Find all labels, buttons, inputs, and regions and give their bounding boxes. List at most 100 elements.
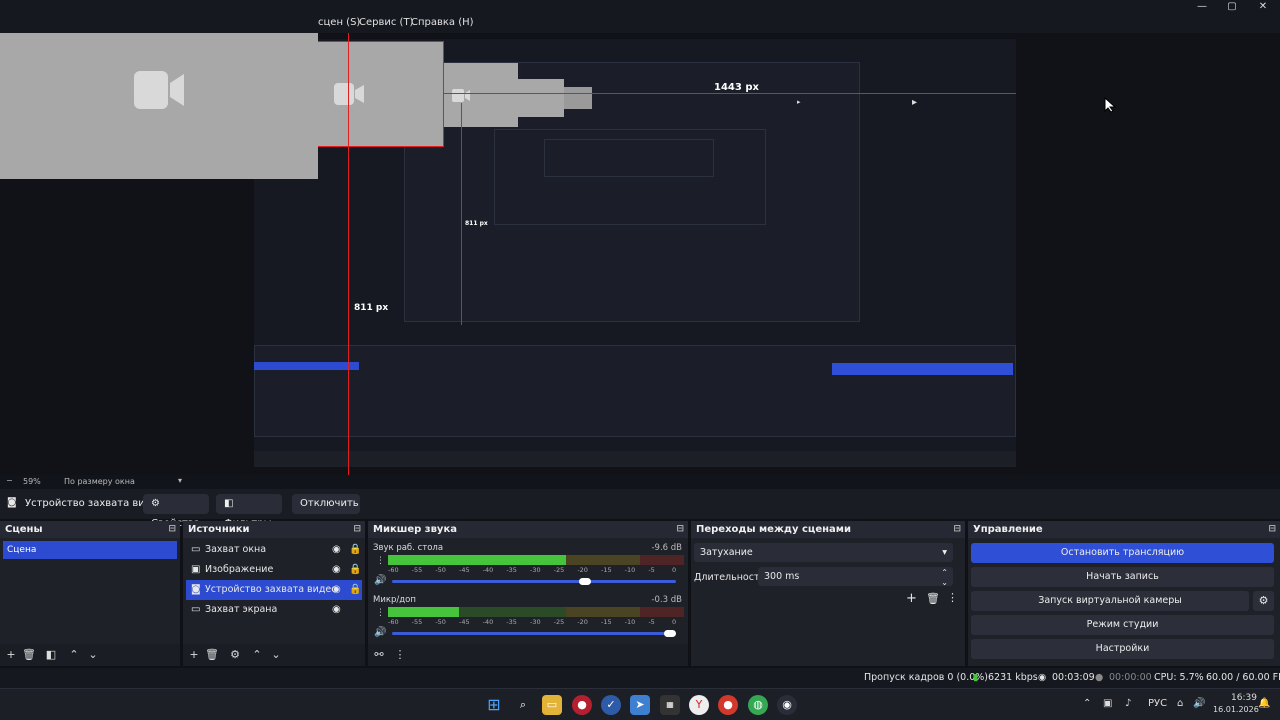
eye-icon[interactable]: ◉ (332, 540, 341, 560)
scene-item[interactable]: Сцена (3, 541, 177, 559)
folder-icon[interactable]: ▭ (542, 695, 562, 715)
move-down-icon[interactable]: ⌄ (269, 648, 283, 661)
menu-dots-icon[interactable]: ⋮ (376, 556, 385, 566)
link-icon[interactable]: ⚯ (372, 648, 386, 661)
menu-tools[interactable]: Сервис (T) (359, 17, 413, 28)
channel-db: -9.6 dB (651, 543, 682, 553)
menu-dots-icon[interactable]: ⋮ (376, 608, 385, 618)
duration-label: Длительность (694, 572, 766, 583)
move-up-icon[interactable]: ⌃ (250, 648, 264, 661)
add-icon[interactable]: + (906, 591, 917, 606)
chevron-up-icon[interactable]: ⌃ (1083, 698, 1091, 709)
source-item-window-capture[interactable]: ▭ Захват окна ◉ 🔒 (186, 540, 362, 560)
network-icon[interactable]: ⌂ (1177, 698, 1183, 709)
gear-icon[interactable]: ⚙ (228, 648, 242, 661)
start-record-button[interactable]: Начать запись (971, 567, 1274, 587)
clock-time[interactable]: 16:39 (1231, 693, 1257, 703)
search-icon[interactable]: ⌕ (513, 695, 533, 715)
float-icon[interactable]: ⊟ (168, 521, 176, 538)
app-icon-orange[interactable]: ● (718, 695, 738, 715)
menu-help[interactable]: Справка (H) (411, 17, 474, 28)
source-item-screen-capture[interactable]: ▭ Захват экрана ◉ (186, 600, 362, 620)
duration-input[interactable]: 300 ms ⌃ ⌄ (758, 567, 953, 587)
source-label: Захват окна (205, 544, 267, 555)
virtual-camera-button[interactable]: Запуск виртуальной камеры (971, 591, 1249, 611)
zoom-out-button[interactable]: − (6, 476, 13, 485)
clock-date[interactable]: 16.01.2026 (1213, 705, 1259, 714)
chevron-down-icon[interactable]: ▾ (178, 476, 182, 485)
gear-icon[interactable]: ⚙ (1253, 591, 1274, 611)
source-item-image[interactable]: ▣ Изображение ◉ 🔒 (186, 560, 362, 580)
eye-icon[interactable]: ◉ (332, 600, 341, 620)
studio-mode-button[interactable]: Режим студии (971, 615, 1274, 635)
volume-knob[interactable] (664, 630, 676, 637)
eye-icon[interactable]: ◉ (332, 560, 341, 580)
camera-capture-medium (318, 41, 444, 147)
guide-line-right (443, 41, 444, 147)
scale-tick: -45 (459, 566, 470, 574)
chevron-down-icon[interactable]: ⌄ (941, 573, 948, 592)
volume-knob[interactable] (578, 578, 591, 585)
trash-icon[interactable]: 🗑 (22, 648, 36, 661)
close-button[interactable]: ✕ (1248, 0, 1278, 15)
app-icon-active[interactable]: ➤ (630, 695, 650, 715)
move-up-icon[interactable]: ⌃ (67, 648, 81, 661)
yandex-icon[interactable]: Y (689, 695, 709, 715)
measure-label-width: 1443 px (714, 82, 759, 93)
windows-start-icon[interactable]: ⊞ (484, 695, 504, 715)
lock-icon[interactable]: 🔒 (349, 540, 361, 560)
bitrate: 6231 kbps (988, 672, 1038, 683)
menu-scenes[interactable]: сцен (S) (318, 17, 360, 28)
properties-button[interactable]: ⚙ Свойства (143, 494, 209, 529)
filter-icon[interactable]: ◧ (44, 648, 58, 661)
camera-icon: ◙ (7, 497, 17, 508)
trash-icon[interactable]: 🗑 (926, 592, 940, 605)
obs-icon[interactable]: ◉ (777, 695, 797, 715)
float-icon[interactable]: ⊟ (953, 521, 961, 538)
language-indicator[interactable]: РУС (1148, 698, 1167, 709)
mic-icon[interactable]: ♪ (1125, 698, 1131, 709)
add-icon[interactable]: + (4, 648, 18, 661)
float-icon[interactable]: ⊟ (1268, 521, 1276, 538)
move-down-icon[interactable]: ⌄ (86, 648, 100, 661)
filters-button[interactable]: ◧ Фильтры (216, 494, 282, 529)
volume-slider[interactable] (392, 578, 676, 585)
stream-time: 00:03:09 (1052, 672, 1095, 683)
lock-icon[interactable]: 🔒 (349, 580, 361, 600)
speaker-icon[interactable]: 🔊 (374, 575, 386, 586)
tray-app-icon[interactable]: ▣ (1103, 698, 1112, 709)
minimize-button[interactable]: — (1187, 0, 1217, 15)
preview-area[interactable]: ▸ ▸ 1443 px 811 px 811 px (0, 33, 1280, 475)
eye-icon[interactable]: ◉ (332, 580, 341, 600)
speaker-icon[interactable]: 🔊 (374, 627, 386, 638)
menu-dots-icon[interactable]: ⋮ (393, 648, 407, 661)
zoom-mode[interactable]: По размеру окна (64, 477, 135, 486)
transition-select[interactable]: Затухание ▾ (694, 543, 953, 562)
controls-header: Управление ⊟ (968, 521, 1280, 538)
lock-icon[interactable]: 🔒 (349, 560, 361, 580)
app-icon-red[interactable]: ● (572, 695, 592, 715)
settings-button[interactable]: Настройки (971, 639, 1274, 659)
zoom-bar: − 59% По размеру окна ▾ (0, 475, 1280, 489)
trash-icon[interactable]: 🗑 (205, 648, 219, 661)
stop-stream-button[interactable]: Остановить трансляцию (971, 543, 1274, 563)
source-item-video-capture[interactable]: ◙ Устройство захвата видео ◉ 🔒 (186, 580, 362, 600)
float-icon[interactable]: ⊟ (676, 521, 684, 538)
float-icon[interactable]: ⊟ (353, 521, 361, 538)
maximize-button[interactable]: ▢ (1217, 0, 1247, 15)
scale-tick: -15 (601, 566, 612, 574)
scale-tick: 0 (672, 618, 677, 626)
window-icon: ▭ (191, 544, 201, 555)
chrome-icon[interactable]: ◍ (748, 695, 768, 715)
volume-slider[interactable] (392, 630, 676, 637)
volume-icon[interactable]: 🔊 (1193, 698, 1205, 709)
menu-dots-icon[interactable]: ⋮ (947, 591, 958, 604)
disable-button[interactable]: Отключить (292, 494, 360, 514)
mouse-cursor-icon (1104, 97, 1117, 113)
app-icon-blue[interactable]: ✓ (601, 695, 621, 715)
add-icon[interactable]: + (187, 648, 201, 661)
transitions-header: Переходы между сценами ⊟ (691, 521, 965, 538)
app-icon-grid[interactable]: ▦ (660, 695, 680, 715)
sources-header: Источники ⊟ (183, 521, 365, 538)
notification-icon[interactable]: 🔔 (1258, 698, 1270, 709)
